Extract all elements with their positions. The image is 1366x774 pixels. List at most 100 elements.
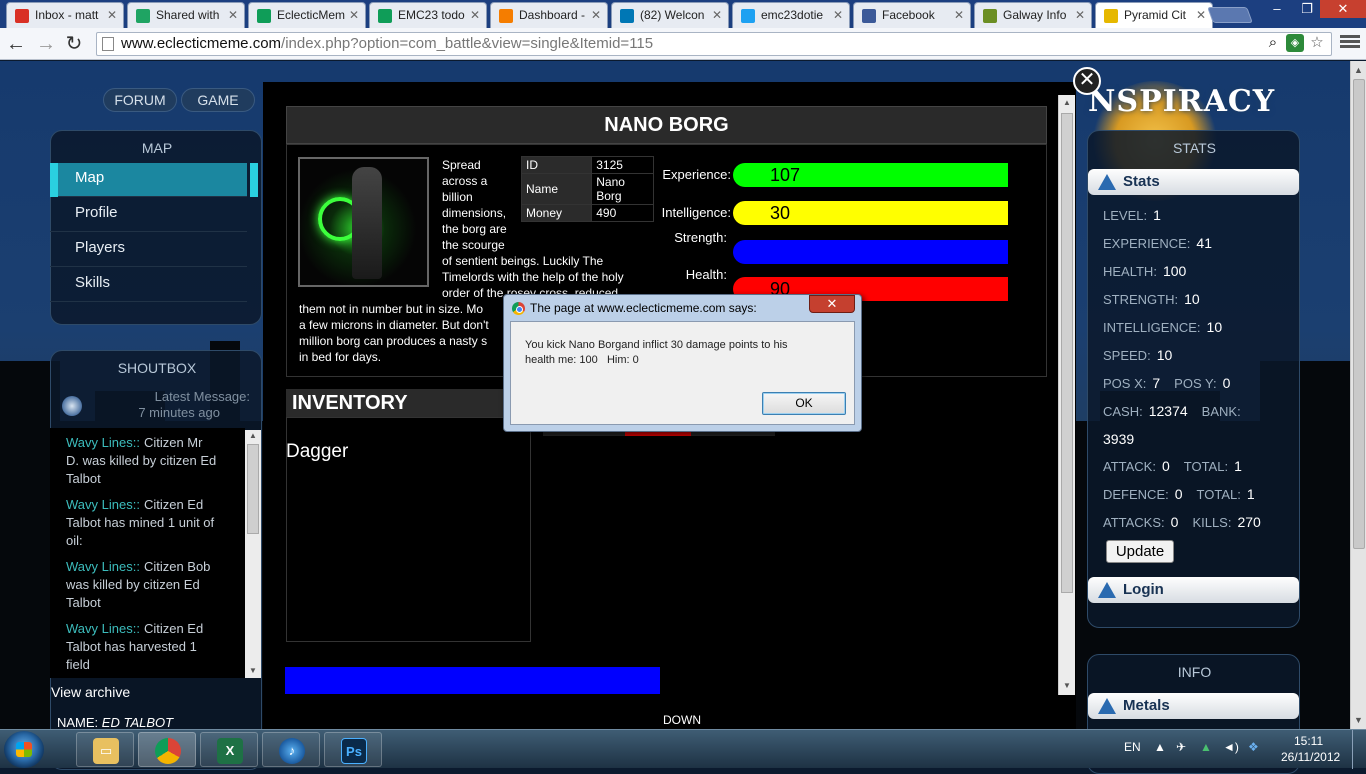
taskbar-explorer[interactable]: ▭: [76, 732, 134, 767]
stats-header[interactable]: Stats: [1088, 169, 1299, 195]
info-row: Name Nano Borg: [520, 173, 654, 205]
tab-close-icon[interactable]: ✕: [1196, 8, 1206, 22]
pyramid-icon: [1104, 9, 1118, 23]
browser-tab[interactable]: Dashboard - ✕: [490, 2, 608, 28]
browser-tab[interactable]: emc23dotie ✕: [732, 2, 850, 28]
triangle-icon: [1098, 174, 1116, 190]
shout-message: Wavy Lines:: Citizen Ed Talbot has mined 1…: [66, 496, 241, 550]
player-stat-row: STRENGTH: 10: [1103, 291, 1200, 307]
player-stat-label: STRENGTH:: [1103, 292, 1179, 307]
shout-author[interactable]: Wavy Lines::: [66, 497, 140, 512]
sidebar-item-profile[interactable]: Profile: [50, 198, 247, 232]
taskbar-itunes[interactable]: ♪: [262, 732, 320, 767]
modal-close-button[interactable]: ✕: [1073, 67, 1101, 95]
page-icon: [102, 37, 114, 51]
action-bar[interactable]: [285, 667, 660, 694]
browser-tab[interactable]: EMC23 todo ✕: [369, 2, 487, 28]
info-key: ID: [520, 156, 593, 174]
tab-close-icon[interactable]: ✕: [712, 8, 722, 22]
info-key: Money: [520, 204, 593, 222]
bookmark-star-icon[interactable]: ☆: [1308, 34, 1326, 52]
tab-close-icon[interactable]: ✕: [470, 8, 480, 22]
tab-close-icon[interactable]: ✕: [349, 8, 359, 22]
alert-message-line: health me: 100 Him: 0: [525, 354, 639, 366]
alert-ok-button[interactable]: OK: [762, 392, 846, 415]
modal-scrollbar[interactable]: ▲ ▼: [1058, 95, 1075, 695]
tab-close-icon[interactable]: ✕: [1075, 8, 1085, 22]
login-header[interactable]: Login: [1088, 577, 1299, 603]
metals-header[interactable]: Metals: [1088, 693, 1299, 719]
tab-close-icon[interactable]: ✕: [228, 8, 238, 22]
update-button[interactable]: Update: [1106, 540, 1174, 563]
browser-tab[interactable]: Facebook ✕: [853, 2, 971, 28]
tab-close-icon[interactable]: ✕: [954, 8, 964, 22]
shout-author[interactable]: Wavy Lines::: [66, 435, 140, 450]
player-stat-label: EXPERIENCE:: [1103, 236, 1191, 251]
address-bar[interactable]: www.eclecticmeme.com/index.php?option=co…: [96, 32, 1332, 56]
drive-tray-icon[interactable]: ▲: [1200, 740, 1212, 754]
taskbar-photoshop[interactable]: Ps: [324, 732, 382, 767]
alert-close-button[interactable]: ✕: [809, 295, 855, 313]
shout-author[interactable]: Wavy Lines::: [66, 621, 140, 636]
nav-game[interactable]: GAME: [181, 88, 255, 112]
player-stat-label: TOTAL:: [1196, 487, 1241, 502]
nav-forum[interactable]: FORUM: [103, 88, 177, 112]
info-panel-title: INFO: [1177, 664, 1212, 680]
start-button[interactable]: [4, 731, 44, 768]
tab-close-icon[interactable]: ✕: [833, 8, 843, 22]
player-stat-label: ATTACK:: [1103, 459, 1156, 474]
browser-tab[interactable]: Pyramid Cit ✕: [1095, 2, 1213, 28]
new-tab-button[interactable]: [1207, 7, 1253, 23]
forward-icon[interactable]: →: [34, 32, 58, 56]
enemy-stat-bar: [733, 240, 1008, 264]
sidebar-item-map[interactable]: Map: [50, 163, 247, 197]
stats-header-label: Stats: [1123, 173, 1160, 190]
back-icon[interactable]: ←: [4, 32, 28, 56]
down-label[interactable]: DOWN: [663, 713, 701, 727]
browser-toolbar: ← → ↻ www.eclecticmeme.com/index.php?opt…: [0, 28, 1366, 60]
show-hidden-icons[interactable]: ▲: [1154, 740, 1166, 754]
shoutbox-title: SHOUTBOX: [117, 360, 197, 376]
itunes-icon: ♪: [279, 738, 305, 764]
shout-message: Wavy Lines:: Citizen Mr D. was killed by c…: [66, 434, 241, 488]
tab-label: Dashboard -: [519, 8, 586, 22]
volume-icon[interactable]: ◄): [1223, 740, 1239, 754]
browser-tab[interactable]: Inbox - matt ✕: [6, 2, 124, 28]
dropbox-icon[interactable]: ❖: [1248, 740, 1259, 754]
show-desktop-button[interactable]: [1352, 730, 1366, 769]
language-indicator[interactable]: EN: [1124, 740, 1141, 754]
browser-tab[interactable]: Galway Info ✕: [974, 2, 1092, 28]
sheets-icon: [378, 9, 392, 23]
shout-author[interactable]: Wavy Lines::: [66, 559, 140, 574]
page-scrollbar[interactable]: ▲ ▼: [1350, 61, 1366, 729]
taskbar-excel[interactable]: X: [200, 732, 258, 767]
minimize-button[interactable]: –: [1260, 0, 1294, 18]
sidebar-item-skills[interactable]: Skills: [50, 268, 247, 302]
clock-date[interactable]: 26/11/2012: [1281, 750, 1340, 764]
chrome-icon: [155, 738, 181, 764]
enemy-description-line: a few microns in diameter. But don't: [299, 318, 489, 332]
window-close-button[interactable]: ✕: [1320, 0, 1366, 18]
inventory-item[interactable]: Dagger: [286, 441, 348, 463]
pin-icon[interactable]: ✈: [1176, 740, 1186, 754]
view-archive-link[interactable]: View archive: [51, 684, 130, 700]
reload-icon[interactable]: ↻: [62, 32, 86, 56]
taskbar-chrome[interactable]: [138, 732, 196, 767]
menu-wrench-icon[interactable]: [1340, 33, 1360, 53]
tab-close-icon[interactable]: ✕: [107, 8, 117, 22]
maximize-button[interactable]: ❐: [1294, 0, 1320, 18]
tab-close-icon[interactable]: ✕: [591, 8, 601, 22]
player-stat-value: 3939: [1103, 431, 1135, 447]
clock-time[interactable]: 15:11: [1294, 734, 1323, 748]
browser-tab[interactable]: EclecticMem ✕: [248, 2, 366, 28]
enemy-description-line: billion: [442, 190, 473, 204]
sidebar-item-players[interactable]: Players: [50, 233, 247, 267]
tab-label: Galway Info: [1003, 8, 1067, 22]
shoutbox-scrollbar[interactable]: ▲ ▼: [245, 430, 261, 678]
zoom-icon[interactable]: ⌕: [1264, 34, 1282, 52]
tab-label: Pyramid Cit: [1124, 8, 1187, 22]
enemy-portrait: [298, 157, 429, 287]
browser-tab[interactable]: Shared with ✕: [127, 2, 245, 28]
extension-shield-icon[interactable]: ◈: [1286, 34, 1304, 52]
browser-tab[interactable]: (82) Welcon ✕: [611, 2, 729, 28]
